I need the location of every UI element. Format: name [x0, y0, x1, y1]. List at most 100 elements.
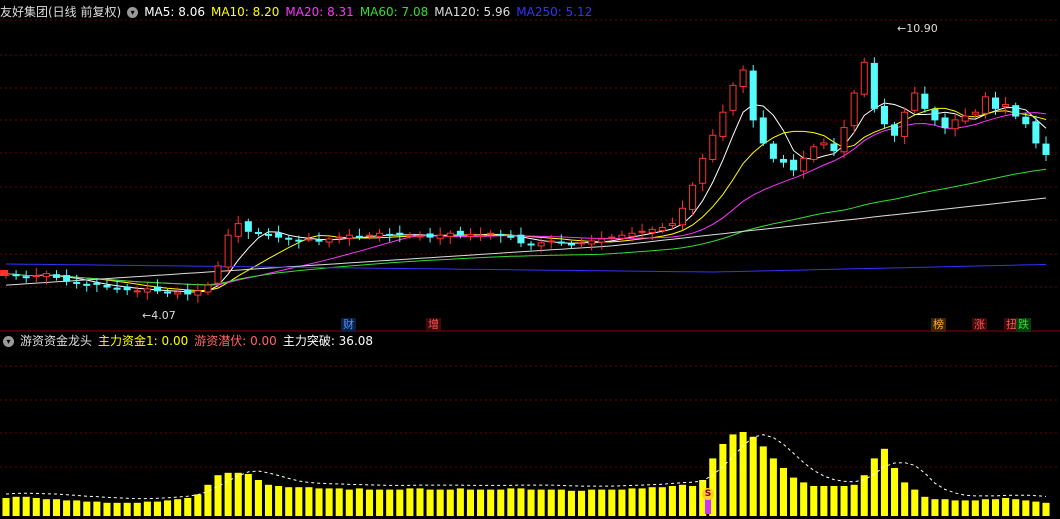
volume-bar — [487, 489, 495, 516]
volume-bar — [123, 502, 131, 516]
candle — [527, 240, 535, 251]
candle-body — [951, 119, 959, 130]
volume-bar — [759, 446, 767, 516]
volume-bar — [941, 499, 949, 516]
volume-bar — [790, 477, 798, 516]
volume-bar — [820, 486, 828, 516]
candle-body — [1022, 116, 1030, 125]
event-mark-rise[interactable]: 涨 — [972, 318, 987, 332]
candle — [466, 228, 474, 241]
candle — [436, 227, 444, 245]
candle-body — [63, 275, 71, 282]
main-fund-label: 主力资金1: 0.00 — [98, 334, 189, 348]
volume-bar — [507, 488, 515, 516]
candle — [921, 86, 929, 113]
volume-bar — [517, 488, 525, 516]
candle-body — [840, 127, 848, 153]
candle-body — [234, 223, 242, 237]
volume-bar — [1042, 502, 1050, 516]
candle — [729, 82, 737, 116]
volume-bar — [971, 500, 979, 516]
candle-body — [214, 265, 222, 284]
candle-body — [769, 143, 777, 159]
volume-bar — [729, 434, 737, 516]
candle-body — [22, 276, 30, 279]
candle-body — [588, 240, 596, 245]
candle — [517, 227, 525, 248]
candle — [376, 228, 384, 242]
candle-body — [345, 234, 353, 239]
candle-body — [224, 234, 232, 268]
candlestick-chart[interactable] — [0, 0, 1060, 519]
volume-bar — [588, 489, 596, 516]
event-mark-list[interactable]: 榜 — [931, 318, 946, 332]
signal-bar — [705, 498, 711, 514]
candle — [759, 110, 767, 147]
candle-body — [416, 235, 424, 238]
volume-bar — [406, 488, 414, 516]
hot-money-label: 游资潜伏: 0.00 — [194, 334, 277, 348]
candle-body — [699, 157, 707, 184]
candle-body — [93, 282, 101, 285]
candle — [123, 283, 131, 296]
candle-body — [244, 221, 252, 232]
candle-body — [184, 289, 192, 295]
candle — [769, 141, 777, 163]
event-mark-increase[interactable]: 增 — [426, 318, 441, 332]
candle-body — [517, 234, 525, 244]
candle-body — [759, 117, 767, 144]
volume-bar — [880, 448, 888, 516]
candle-body — [83, 283, 91, 286]
volume-bar — [497, 489, 505, 516]
candle-body — [739, 69, 747, 87]
volume-bar — [830, 486, 838, 516]
volume-bar — [42, 499, 50, 516]
candle — [244, 218, 252, 239]
candle — [911, 86, 919, 114]
candle-body — [608, 236, 616, 239]
signal-s-icon[interactable]: S — [702, 488, 714, 500]
ma5-line — [5, 102, 1047, 293]
candle — [426, 227, 434, 243]
candle-body — [103, 284, 111, 288]
volume-bar — [608, 489, 616, 516]
candle — [588, 234, 596, 251]
candle-body — [891, 124, 899, 136]
volume-bar — [961, 500, 969, 516]
candle-body — [820, 142, 828, 146]
candle-body — [1002, 104, 1010, 107]
sub-title: 游资资金龙头 — [20, 334, 93, 348]
candle-body — [931, 109, 939, 121]
volume-bars — [2, 432, 1050, 516]
volume-bar — [426, 489, 434, 516]
volume-bar — [466, 489, 474, 516]
volume-bar — [921, 496, 929, 516]
candle-body — [557, 241, 565, 244]
volume-bar — [345, 489, 353, 516]
candle-body — [123, 286, 131, 291]
candle-body — [991, 97, 1000, 109]
candle — [194, 283, 202, 303]
volume-bar — [295, 487, 303, 516]
candle — [820, 138, 828, 150]
ma10-label: MA10: 8.20 — [210, 5, 280, 19]
candle — [567, 240, 575, 249]
chart-window[interactable]: 友好集团(日线 前复权) ▾ MA5: 8.06 MA10: 8.20 MA20… — [0, 0, 1060, 519]
event-mark-finance[interactable]: 财 — [341, 318, 356, 332]
candle-body — [325, 238, 333, 243]
ma250-label: MA250: 5.12 — [516, 5, 593, 19]
event-mark-fall[interactable]: 跌 — [1016, 318, 1031, 332]
candle-body — [678, 207, 687, 226]
candle-body — [133, 290, 141, 293]
candle — [22, 270, 30, 283]
volume-bar — [63, 500, 71, 516]
candle — [224, 229, 232, 273]
indicator-options-icon[interactable]: ▾ — [127, 6, 139, 18]
sub-options-icon[interactable]: ▾ — [3, 335, 14, 347]
candle-body — [153, 286, 161, 292]
candle — [446, 230, 454, 244]
volume-bar — [32, 498, 40, 516]
candle-body — [305, 238, 313, 241]
candle-body — [275, 232, 283, 238]
candle-body — [113, 287, 121, 290]
